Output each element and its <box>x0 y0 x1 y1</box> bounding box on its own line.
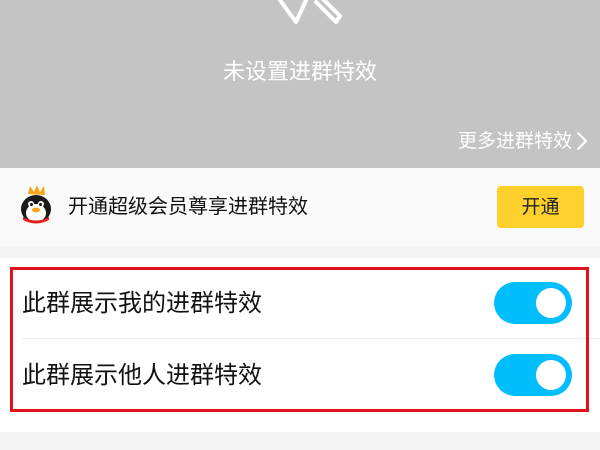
toggle-show-others-effect[interactable] <box>494 354 572 396</box>
qq-vip-penguin-icon <box>21 186 51 224</box>
effect-settings-list: 此群展示我的进群特效 此群展示他人进群特效 <box>0 258 600 432</box>
open-svip-button[interactable]: 开通 <box>497 186 584 228</box>
toggle-knob <box>536 360 566 390</box>
effect-preview: 未设置进群特效 更多进群特效 <box>0 0 600 168</box>
magic-wand-icon <box>277 0 342 24</box>
toggle-knob <box>536 288 566 318</box>
effect-status-text: 未设置进群特效 <box>222 60 377 85</box>
more-effects-label: 更多进群特效 <box>457 130 572 152</box>
toggle-show-my-effect[interactable] <box>494 282 572 324</box>
setting-row-show-others-effect: 此群展示他人进群特效 <box>0 338 600 416</box>
chevron-right-icon <box>577 132 587 150</box>
setting-label-show-my-effect: 此群展示我的进群特效 <box>22 289 262 317</box>
setting-label-show-others-effect: 此群展示他人进群特效 <box>22 361 262 389</box>
svip-promo-text: 开通超级会员尊享进群特效 <box>68 194 308 218</box>
setting-row-show-my-effect: 此群展示我的进群特效 <box>0 266 600 344</box>
more-effects-link[interactable]: 更多进群特效 <box>458 126 588 156</box>
